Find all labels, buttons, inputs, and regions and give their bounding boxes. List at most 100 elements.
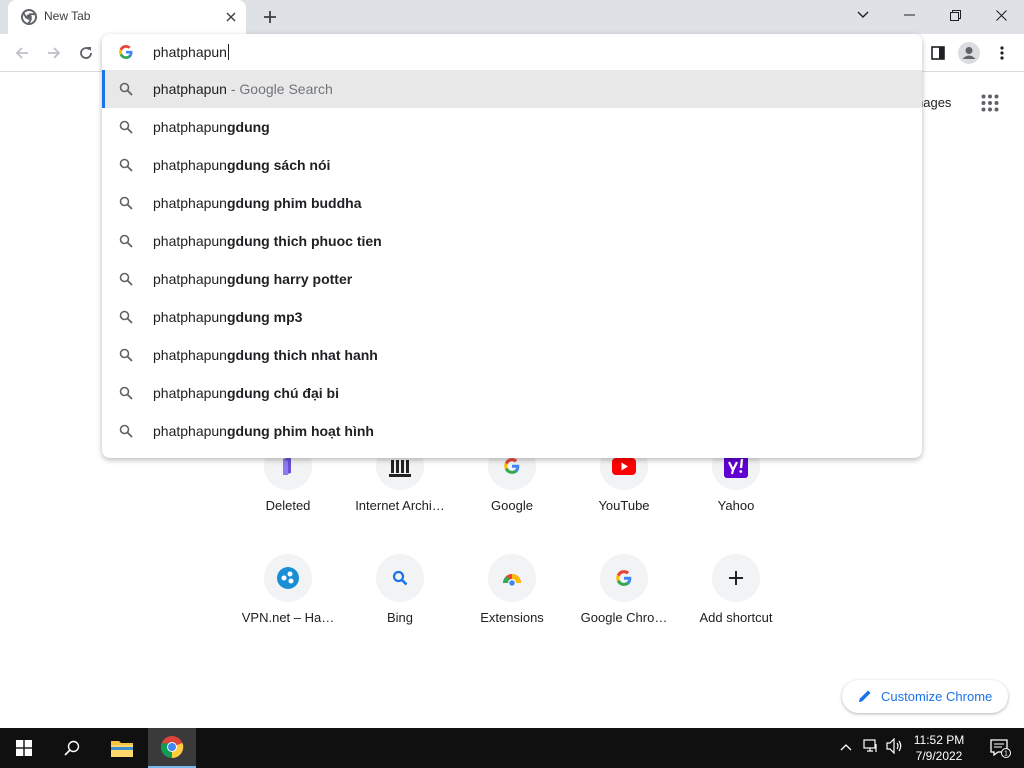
search-icon (119, 158, 133, 172)
suggestion-typed: phatphapun (153, 157, 227, 173)
shortcut-label: Bing (386, 610, 414, 625)
suggestion-item[interactable]: phatphapungdung harry potter (102, 260, 922, 298)
search-icon (119, 234, 133, 248)
suggestion-typed: phatphapun (153, 119, 227, 135)
network-icon[interactable] (863, 738, 879, 757)
shortcut-label: Google (491, 498, 533, 513)
taskbar-search-icon[interactable] (48, 728, 96, 768)
suggestion-typed: phatphapun (153, 233, 227, 249)
clock-date: 7/9/2022 (915, 749, 963, 763)
suggestion-item[interactable]: phatphapungdung chú đại bi (102, 374, 922, 412)
search-icon (119, 82, 133, 96)
shortcut-label: Internet Archi… (355, 498, 445, 513)
taskbar: 11:52 PM 7/9/2022 1 (0, 728, 1024, 768)
shortcut-label: Extensions (480, 610, 544, 625)
suggestion-typed: phatphapun (153, 81, 227, 97)
suggestion-item[interactable]: phatphapungdung thich nhat hanh (102, 336, 922, 374)
system-clock[interactable]: 11:52 PM 7/9/2022 (904, 732, 974, 764)
bing-search-icon (376, 554, 424, 602)
suggestion-completion: gdung harry potter (226, 271, 353, 287)
suggestion-item[interactable]: phatphapungdung sách nói (102, 146, 922, 184)
suggestion-typed: phatphapun (153, 195, 227, 211)
chrome-favicon-icon (21, 9, 37, 25)
shortcut-label: Add shortcut (699, 610, 773, 625)
tab-close-icon[interactable] (222, 8, 240, 26)
action-center-notification-icon[interactable]: 1 (976, 728, 1024, 768)
suggestion-typed: phatphapun (153, 347, 227, 363)
google-icon (600, 554, 648, 602)
text-caret (227, 44, 229, 60)
suggestion-completion: gdung phim buddha (226, 195, 362, 211)
suggestion-typed: phatphapun (153, 271, 227, 287)
suggestion-completion: gdung chú đại bi (226, 385, 339, 401)
tab-search-chevron-down-icon[interactable] (840, 0, 886, 30)
omnibox-popup: phatphapun phatphapun - Google Search ph… (102, 34, 922, 458)
close-window-button[interactable] (978, 0, 1024, 30)
suggestion-list: phatphapun - Google Search phatphapungdu… (102, 70, 922, 450)
pencil-icon (859, 690, 871, 702)
show-hidden-icons-chevron-up-icon[interactable] (840, 738, 852, 754)
file-explorer-icon[interactable] (98, 728, 146, 768)
forward-button[interactable] (42, 41, 66, 65)
chrome-taskbar-icon[interactable] (148, 728, 196, 768)
shortcut-tile[interactable]: Google Chro… (568, 554, 680, 666)
start-windows-icon[interactable] (0, 728, 48, 768)
suggestion-typed: phatphapun (153, 309, 227, 325)
shortcut-label: VPN.net – Ha… (241, 610, 335, 625)
extensions-icon (488, 554, 536, 602)
suggestion-completion: gdung (226, 119, 270, 135)
suggestion-item[interactable]: phatphapungdung phim buddha (102, 184, 922, 222)
back-button[interactable] (10, 41, 34, 65)
volume-icon[interactable] (886, 737, 904, 757)
shortcut-tile[interactable]: Deleted (232, 442, 344, 554)
customize-chrome-button[interactable]: Customize Chrome (842, 680, 1008, 713)
search-icon (119, 386, 133, 400)
shortcut-tile[interactable]: Google (456, 442, 568, 554)
shortcut-tile[interactable]: YouTube (568, 442, 680, 554)
suggestion-item[interactable]: phatphapungdung mp3 (102, 298, 922, 336)
shortcut-label: Yahoo (717, 498, 755, 513)
shortcut-tile[interactable]: Yahoo (680, 442, 792, 554)
suggestion-item[interactable]: phatphapungdung thich phuoc tien (102, 222, 922, 260)
google-g-icon (119, 45, 133, 59)
customize-chrome-label: Customize Chrome (881, 689, 993, 704)
suggestion-completion: gdung mp3 (226, 309, 303, 325)
profile-avatar-icon[interactable] (957, 41, 981, 65)
tab-new-tab[interactable]: New Tab (8, 0, 246, 34)
shortcut-label: Deleted (265, 498, 311, 513)
suggestion-completion: gdung phim hoạt hình (226, 423, 374, 439)
suggestion-completion: gdung thich phuoc tien (226, 233, 382, 249)
tab-strip: New Tab (0, 0, 1024, 34)
plus-icon (712, 554, 760, 602)
suggestion-typed: phatphapun (153, 385, 227, 401)
suggestion-hint: - Google Search (226, 81, 333, 97)
google-apps-grid-icon[interactable] (981, 94, 999, 112)
suggestion-typed: phatphapun (153, 423, 227, 439)
suggestion-completion: gdung thich nhat hanh (226, 347, 378, 363)
vpn-icon (264, 554, 312, 602)
side-panel-icon[interactable] (926, 41, 950, 65)
address-bar[interactable]: phatphapun (102, 34, 922, 70)
add-shortcut-button[interactable]: Add shortcut (680, 554, 792, 666)
suggestion-item[interactable]: phatphapungdung (102, 108, 922, 146)
address-bar-input[interactable]: phatphapun (153, 44, 229, 60)
search-icon (119, 120, 133, 134)
search-icon (119, 272, 133, 286)
reload-button[interactable] (74, 41, 98, 65)
minimize-button[interactable] (886, 0, 932, 30)
shortcut-label: Google Chro… (580, 610, 668, 625)
suggestion-item[interactable]: phatphapungdung phim hoạt hình (102, 412, 922, 450)
shortcut-tile[interactable]: Extensions (456, 554, 568, 666)
shortcut-tile[interactable]: VPN.net – Ha… (232, 554, 344, 666)
search-icon (119, 310, 133, 324)
restore-button[interactable] (932, 0, 978, 30)
new-tab-button[interactable] (258, 6, 282, 28)
suggestion-item[interactable]: phatphapun - Google Search (102, 70, 922, 108)
tab-title: New Tab (44, 9, 91, 23)
suggestion-completion: gdung sách nói (226, 157, 331, 173)
search-icon (119, 196, 133, 210)
shortcut-tile[interactable]: Internet Archi… (344, 442, 456, 554)
shortcut-tile[interactable]: Bing (344, 554, 456, 666)
menu-more-icon[interactable] (990, 41, 1014, 65)
shortcut-label: YouTube (598, 498, 650, 513)
